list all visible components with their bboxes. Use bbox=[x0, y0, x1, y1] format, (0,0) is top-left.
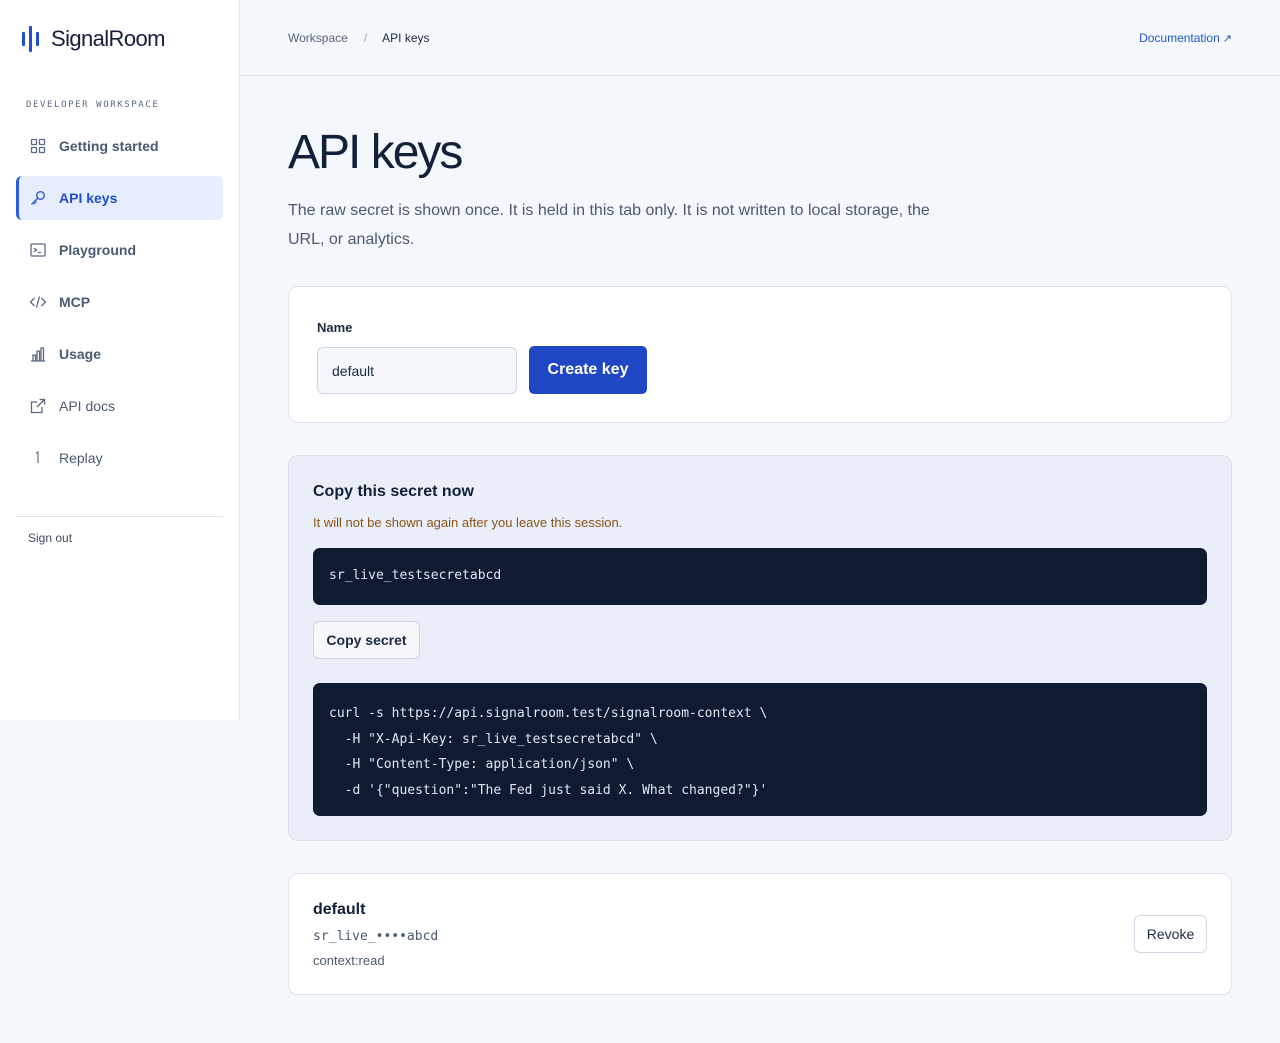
top-bar: Workspace / API keys Documentation ↗ bbox=[240, 0, 1280, 76]
documentation-link[interactable]: Documentation ↗ bbox=[1139, 31, 1232, 45]
page-title: API keys bbox=[288, 126, 463, 179]
breadcrumb: Workspace / API keys bbox=[288, 31, 430, 45]
brand-logo[interactable]: SignalRoom bbox=[22, 26, 165, 52]
brand-name: SignalRoom bbox=[51, 26, 165, 51]
key-masked-secret: sr_live_••••abcd bbox=[313, 929, 439, 944]
key-name: default bbox=[313, 901, 366, 918]
sidebar-item-usage[interactable]: Usage bbox=[16, 332, 223, 376]
sidebar-divider bbox=[16, 516, 223, 517]
replay-icon bbox=[28, 448, 48, 468]
sidebar-item-mcp[interactable]: MCP bbox=[16, 280, 223, 324]
secret-value[interactable]: sr_live_testsecretabcd bbox=[313, 548, 1207, 605]
code-icon bbox=[28, 292, 48, 312]
secret-panel: Copy this secret now It will not be show… bbox=[288, 455, 1232, 841]
grid-icon bbox=[28, 136, 48, 156]
secret-title: Copy this secret now bbox=[313, 483, 474, 500]
sidebar-item-api-keys[interactable]: API keys bbox=[16, 176, 223, 220]
name-label: Name bbox=[317, 320, 353, 335]
sidebar-item-label: API docs bbox=[59, 398, 116, 414]
breadcrumb-separator: / bbox=[363, 31, 368, 45]
curl-line: curl -s https://api.signalroom.test/sign… bbox=[329, 706, 768, 721]
create-key-card: Name Create key bbox=[288, 286, 1232, 423]
sidebar-item-label: Usage bbox=[59, 346, 102, 362]
sidebar-item-playground[interactable]: Playground bbox=[16, 228, 223, 272]
sidebar-item-getting-started[interactable]: Getting started bbox=[16, 124, 223, 168]
breadcrumb-workspace[interactable]: Workspace bbox=[288, 31, 348, 45]
curl-example[interactable]: curl -s https://api.signalroom.test/sign… bbox=[313, 683, 1207, 816]
sidebar-item-api-docs[interactable]: API docs bbox=[16, 384, 223, 428]
sidebar-item-label: API keys bbox=[59, 190, 118, 206]
create-key-button[interactable]: Create key bbox=[529, 346, 647, 394]
sidebar-item-label: Playground bbox=[59, 242, 137, 258]
key-scope: context:read bbox=[313, 953, 385, 968]
revoke-button[interactable]: Revoke bbox=[1134, 915, 1207, 953]
signal-bars-icon bbox=[22, 26, 39, 52]
sidebar-item-label: MCP bbox=[59, 294, 91, 310]
curl-line: -H "X-Api-Key: sr_live_testsecretabcd" \ bbox=[329, 731, 658, 747]
secret-warning: It will not be shown again after you lea… bbox=[313, 515, 623, 530]
section-label: DEVELOPER WORKSPACE bbox=[26, 100, 160, 110]
sign-out-link[interactable]: Sign out bbox=[28, 531, 72, 545]
sidebar: SignalRoom DEVELOPER WORKSPACE Getting s… bbox=[0, 0, 240, 720]
name-input[interactable] bbox=[317, 347, 517, 394]
copy-secret-button[interactable]: Copy secret bbox=[313, 621, 420, 659]
documentation-link-label: Documentation bbox=[1139, 31, 1220, 45]
bar-chart-icon bbox=[28, 344, 48, 364]
sidebar-item-label: Getting started bbox=[59, 138, 159, 154]
sidebar-item-label: Replay bbox=[59, 450, 103, 466]
key-list-item: default sr_live_••••abcd context:read Re… bbox=[288, 873, 1232, 995]
arrow-up-right-icon: ↗ bbox=[1222, 32, 1232, 45]
sidebar-nav: Getting started API keys Playground MCP … bbox=[16, 124, 223, 488]
terminal-icon bbox=[28, 240, 48, 260]
curl-line: -H "Content-Type: application/json" \ bbox=[329, 757, 635, 772]
page-description: The raw secret is shown once. It is held… bbox=[288, 202, 930, 248]
curl-line: -d '{"question":"The Fed just said X. Wh… bbox=[329, 782, 768, 798]
key-icon bbox=[28, 188, 48, 208]
external-link-icon bbox=[28, 396, 48, 416]
breadcrumb-current: API keys bbox=[382, 31, 430, 45]
sidebar-item-replay[interactable]: Replay bbox=[16, 436, 223, 480]
